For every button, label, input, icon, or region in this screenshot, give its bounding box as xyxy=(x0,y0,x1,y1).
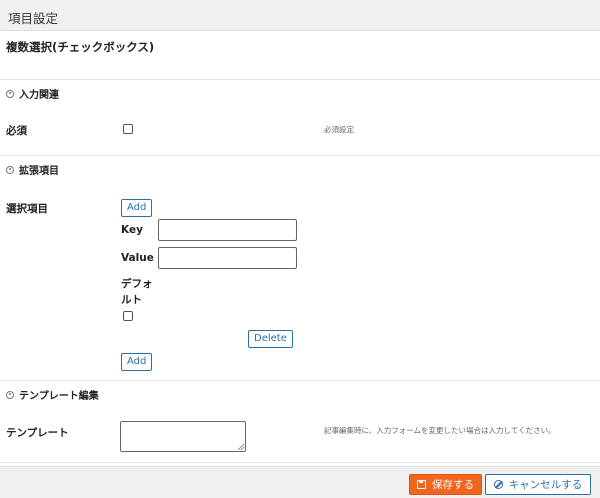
add-option-button[interactable]: Add xyxy=(121,199,153,217)
divider xyxy=(0,462,600,463)
template-textarea[interactable] xyxy=(120,421,246,452)
field-type-heading: 複数選択(チェックボックス) xyxy=(6,40,155,54)
resize-grip-icon[interactable] xyxy=(238,444,244,450)
default-label-line2: ルト xyxy=(121,294,142,306)
section-template[interactable]: テンプレート編集 xyxy=(6,387,99,402)
divider xyxy=(0,155,600,156)
section-extension[interactable]: 拡張項目 xyxy=(6,162,59,177)
key-input[interactable] xyxy=(158,219,297,241)
default-label-line1: デフォ xyxy=(121,278,153,290)
value-input[interactable] xyxy=(158,247,297,269)
save-button[interactable]: 保存する xyxy=(409,474,482,495)
required-note: 必須設定 xyxy=(324,125,354,134)
cancel-button-label: キャンセルする xyxy=(508,479,583,491)
cancel-icon xyxy=(493,480,503,489)
key-label: Key xyxy=(121,224,143,236)
save-icon xyxy=(417,480,426,489)
divider xyxy=(0,380,600,381)
required-checkbox[interactable] xyxy=(123,124,133,134)
value-label: Value xyxy=(121,252,154,264)
template-label: テンプレート xyxy=(6,427,69,439)
toggle-circle-icon xyxy=(6,165,14,174)
default-checkbox[interactable] xyxy=(123,311,133,321)
template-note: 記事編集時に、入力フォームを変更したい場合は入力してください。 xyxy=(324,426,556,435)
dialog-titlebar: 項目設定 xyxy=(0,0,600,31)
section-input-title: 入力関連 xyxy=(19,90,59,101)
divider xyxy=(0,79,600,80)
delete-option-button[interactable]: Delete xyxy=(248,330,293,348)
add-option-bottom-button[interactable]: Add xyxy=(121,353,153,371)
save-button-label: 保存する xyxy=(432,479,474,491)
options-label: 選択項目 xyxy=(6,203,48,215)
cancel-button[interactable]: キャンセルする xyxy=(485,474,591,495)
section-extension-title: 拡張項目 xyxy=(19,166,59,177)
toggle-circle-icon xyxy=(6,390,14,399)
section-input[interactable]: 入力関連 xyxy=(6,86,59,101)
dialog-title: 項目設定 xyxy=(8,11,59,26)
toggle-circle-icon xyxy=(6,89,14,98)
section-template-title: テンプレート編集 xyxy=(19,391,99,402)
required-label: 必須 xyxy=(6,125,27,137)
